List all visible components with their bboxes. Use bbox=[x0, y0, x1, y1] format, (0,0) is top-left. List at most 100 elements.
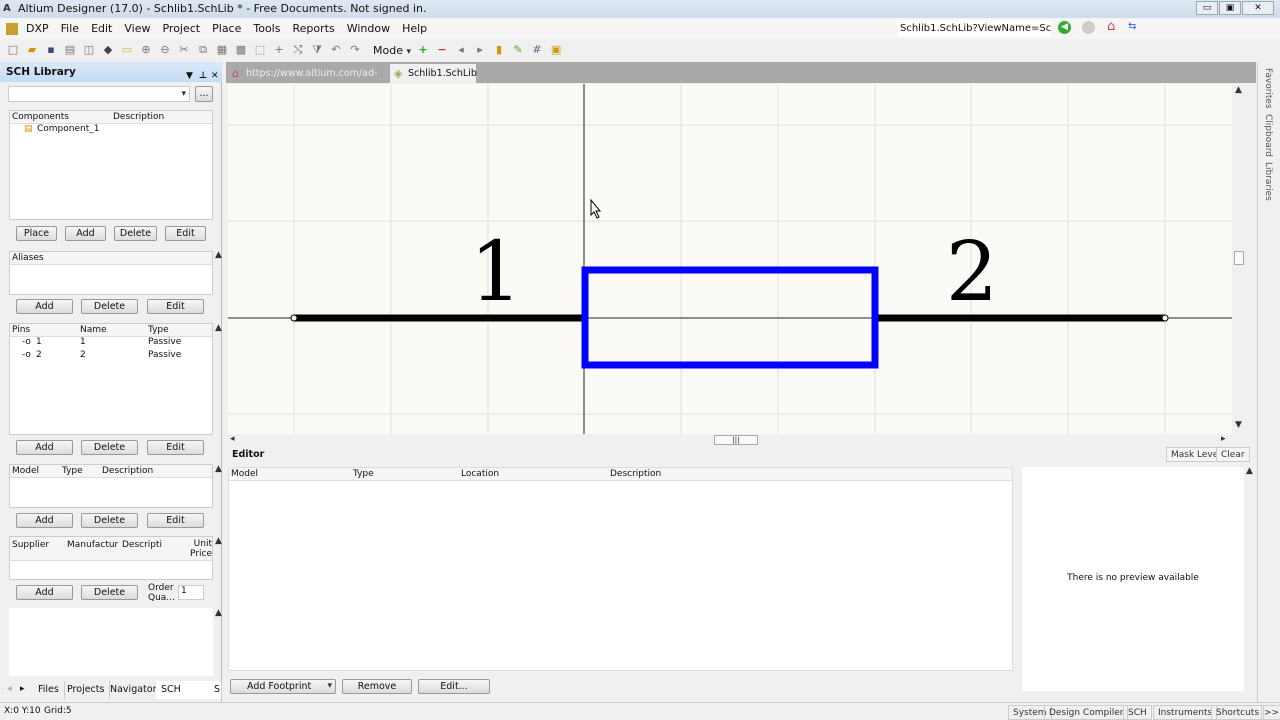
menu-place[interactable]: Place bbox=[206, 22, 247, 35]
layers-icon[interactable]: ◆ bbox=[101, 43, 115, 57]
move-icon[interactable]: + bbox=[272, 43, 286, 57]
schematic-canvas[interactable]: 1 2 bbox=[228, 84, 1232, 434]
table-row[interactable]: -o 1 1 Passive bbox=[10, 337, 212, 350]
print-icon[interactable]: ▤ bbox=[63, 43, 77, 57]
add-part-icon[interactable]: + bbox=[416, 43, 430, 57]
delete-alias-button[interactable]: Delete bbox=[81, 299, 138, 314]
deselect-icon[interactable]: ⤭ bbox=[291, 43, 305, 57]
previous-part-icon[interactable]: ◂ bbox=[454, 43, 468, 57]
remove-part-icon[interactable]: − bbox=[435, 43, 449, 57]
menu-project[interactable]: Project bbox=[156, 22, 206, 35]
clear-button[interactable]: Clear bbox=[1216, 447, 1250, 462]
select-area-icon[interactable]: ⬚ bbox=[253, 43, 267, 57]
next-part-icon[interactable]: ▸ bbox=[473, 43, 487, 57]
menu-view[interactable]: View bbox=[118, 22, 156, 35]
menu-edit[interactable]: Edit bbox=[85, 22, 118, 35]
col-aliases[interactable]: Aliases bbox=[12, 252, 44, 265]
collapse-icon[interactable]: ▲ bbox=[1246, 466, 1253, 476]
menu-dxp[interactable]: DXP bbox=[20, 22, 55, 35]
copy-icon[interactable]: ⧉ bbox=[196, 43, 210, 57]
col-description[interactable]: Description bbox=[102, 465, 153, 478]
chevron-down-icon[interactable]: ▾ bbox=[327, 680, 332, 693]
collapse-icon[interactable]: ▲ bbox=[215, 250, 222, 260]
col-name[interactable]: Name bbox=[80, 324, 107, 337]
tab-projects[interactable]: Projects bbox=[62, 681, 111, 699]
add-supplier-button[interactable]: Add bbox=[16, 585, 73, 600]
panel-close-icon[interactable]: ✕ bbox=[211, 66, 219, 86]
list-item[interactable]: ▤ Component_1 bbox=[10, 124, 212, 137]
scroll-left-icon[interactable]: ◂ bbox=[230, 434, 235, 444]
tab-scroll-left-icon[interactable]: ◂ bbox=[7, 684, 12, 694]
col-manufacturer[interactable]: Manufactur bbox=[67, 539, 118, 552]
folder-icon[interactable]: ▣ bbox=[549, 43, 563, 57]
add-pin-button[interactable]: Add bbox=[16, 440, 73, 455]
menu-window[interactable]: Window bbox=[341, 22, 396, 35]
status-tab-more[interactable]: >> bbox=[1261, 705, 1280, 720]
table-row[interactable]: -o 2 2 Passive bbox=[10, 350, 212, 363]
collapse-icon[interactable]: ▲ bbox=[215, 464, 222, 474]
add-component-button[interactable]: Add bbox=[65, 226, 106, 241]
order-quantity-stepper[interactable]: 1 bbox=[178, 585, 204, 600]
edit-component-button[interactable]: Edit bbox=[165, 226, 206, 241]
menu-reports[interactable]: Reports bbox=[286, 22, 340, 35]
col-description[interactable]: Descripti bbox=[122, 539, 162, 552]
refresh-icon[interactable]: ⇆ bbox=[1128, 21, 1136, 32]
menu-file[interactable]: File bbox=[55, 22, 85, 35]
mode-dropdown[interactable]: Mode ▾ bbox=[373, 44, 411, 57]
delete-model-button[interactable]: Delete bbox=[81, 513, 138, 528]
horizontal-scroll-thumb[interactable]: ||| bbox=[714, 435, 758, 445]
col-unit-price[interactable]: Unit Price bbox=[190, 539, 212, 559]
tab-scroll-right-icon[interactable]: ▸ bbox=[20, 684, 25, 694]
forward-icon[interactable] bbox=[1082, 21, 1095, 34]
scroll-right-icon[interactable]: ▸ bbox=[1221, 434, 1226, 444]
cut-icon[interactable]: ✂ bbox=[177, 43, 191, 57]
filter-dropdown[interactable]: ▾ bbox=[8, 86, 190, 102]
tab-clipboard[interactable]: Clipboard bbox=[1263, 114, 1273, 157]
panel-menu-icon[interactable]: ▼ bbox=[186, 66, 193, 86]
col-model[interactable]: Model bbox=[231, 468, 258, 481]
grid-icon[interactable]: # bbox=[530, 43, 544, 57]
menu-help[interactable]: Help bbox=[396, 22, 433, 35]
collapse-icon[interactable]: ▲ bbox=[215, 323, 222, 333]
redo-icon[interactable]: ↷ bbox=[348, 43, 362, 57]
zoom-in-icon[interactable]: ⊕ bbox=[139, 43, 153, 57]
drawing-tools-icon[interactable]: ✎ bbox=[511, 43, 525, 57]
col-type[interactable]: Type bbox=[353, 468, 374, 481]
tab-navigator[interactable]: Navigator bbox=[105, 681, 163, 699]
minimize-button[interactable]: ▭ bbox=[1196, 1, 1218, 15]
component-icon[interactable]: ▮ bbox=[492, 43, 506, 57]
status-tab-shortcuts[interactable]: Shortcuts bbox=[1211, 705, 1265, 720]
clear-filter-icon[interactable]: ⧩ bbox=[310, 43, 324, 57]
edit-footprint-button[interactable]: Edit... bbox=[418, 679, 490, 694]
col-type[interactable]: Type bbox=[62, 465, 83, 478]
tab-home[interactable]: ⌂ https://www.altium.com/ad-start/ bbox=[228, 64, 388, 98]
open-icon[interactable]: ▰ bbox=[25, 43, 39, 57]
collapse-icon[interactable]: ▲ bbox=[215, 608, 222, 618]
tab-more[interactable]: S bbox=[212, 681, 222, 699]
status-tab-sch[interactable]: SCH bbox=[1123, 705, 1152, 720]
browse-button[interactable]: ... bbox=[195, 86, 213, 102]
vertical-scroll-thumb[interactable] bbox=[1234, 251, 1244, 265]
tab-schlib1[interactable]: ◈ Schlib1.SchLib * bbox=[390, 64, 477, 98]
edit-pin-button[interactable]: Edit bbox=[147, 440, 204, 455]
pin-icon[interactable]: ⊥ bbox=[199, 66, 207, 86]
col-supplier[interactable]: Supplier bbox=[12, 539, 49, 552]
tab-files[interactable]: Files bbox=[33, 681, 65, 699]
edit-model-button[interactable]: Edit bbox=[147, 513, 204, 528]
vertical-scrollbar[interactable]: ▲ ▼ bbox=[1232, 84, 1246, 434]
add-model-button[interactable]: Add bbox=[16, 513, 73, 528]
col-components[interactable]: Components bbox=[12, 111, 69, 124]
back-icon[interactable]: ◀ bbox=[1058, 21, 1071, 34]
rubber-stamp-icon[interactable]: ▩ bbox=[234, 43, 248, 57]
col-description[interactable]: Description bbox=[610, 468, 661, 481]
restore-button[interactable]: ▣ bbox=[1219, 1, 1241, 15]
address-field[interactable]: Schlib1.SchLib?ViewName=Sch( bbox=[897, 20, 1051, 37]
delete-pin-button[interactable]: Delete bbox=[81, 440, 138, 455]
tab-favorites[interactable]: Favorites bbox=[1263, 68, 1273, 109]
menu-tools[interactable]: Tools bbox=[247, 22, 286, 35]
edit-alias-button[interactable]: Edit bbox=[147, 299, 204, 314]
status-tab-design-compiler[interactable]: Design Compiler bbox=[1044, 705, 1129, 720]
horizontal-scrollbar[interactable]: ◂ ||| ▸ bbox=[228, 434, 1232, 446]
scroll-down-icon[interactable]: ▼ bbox=[1235, 420, 1242, 430]
delete-component-button[interactable]: Delete bbox=[114, 226, 157, 241]
